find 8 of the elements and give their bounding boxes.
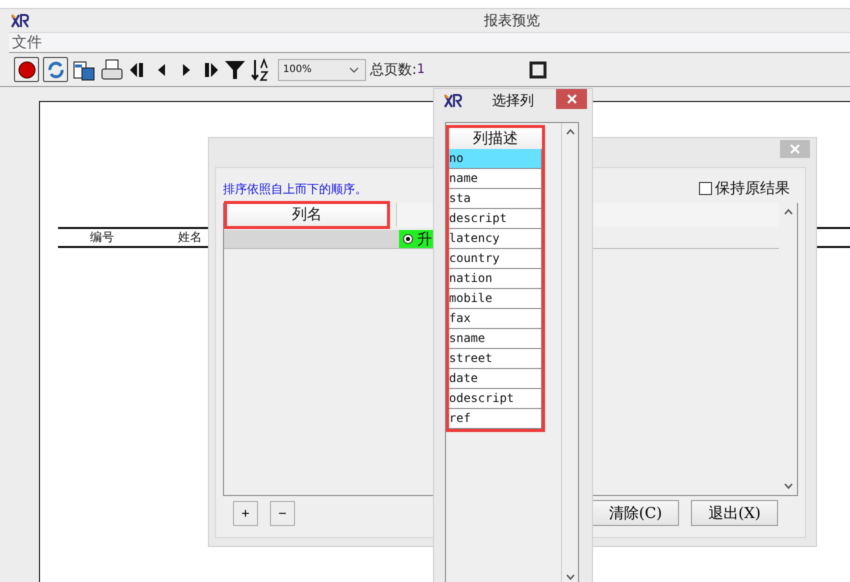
column-header: 列名 xyxy=(224,201,390,229)
report-column-header: 姓名 xyxy=(177,229,203,246)
report-column-header: 编号 xyxy=(89,229,115,246)
page-count: 1 xyxy=(416,62,425,77)
dialog-title: 选择列 xyxy=(492,92,534,110)
page-count-label: 总页数: xyxy=(370,60,417,78)
hint-text: 排序依照自上而下的顺序。 xyxy=(223,181,367,198)
window-title: 报表预览 xyxy=(484,12,540,30)
